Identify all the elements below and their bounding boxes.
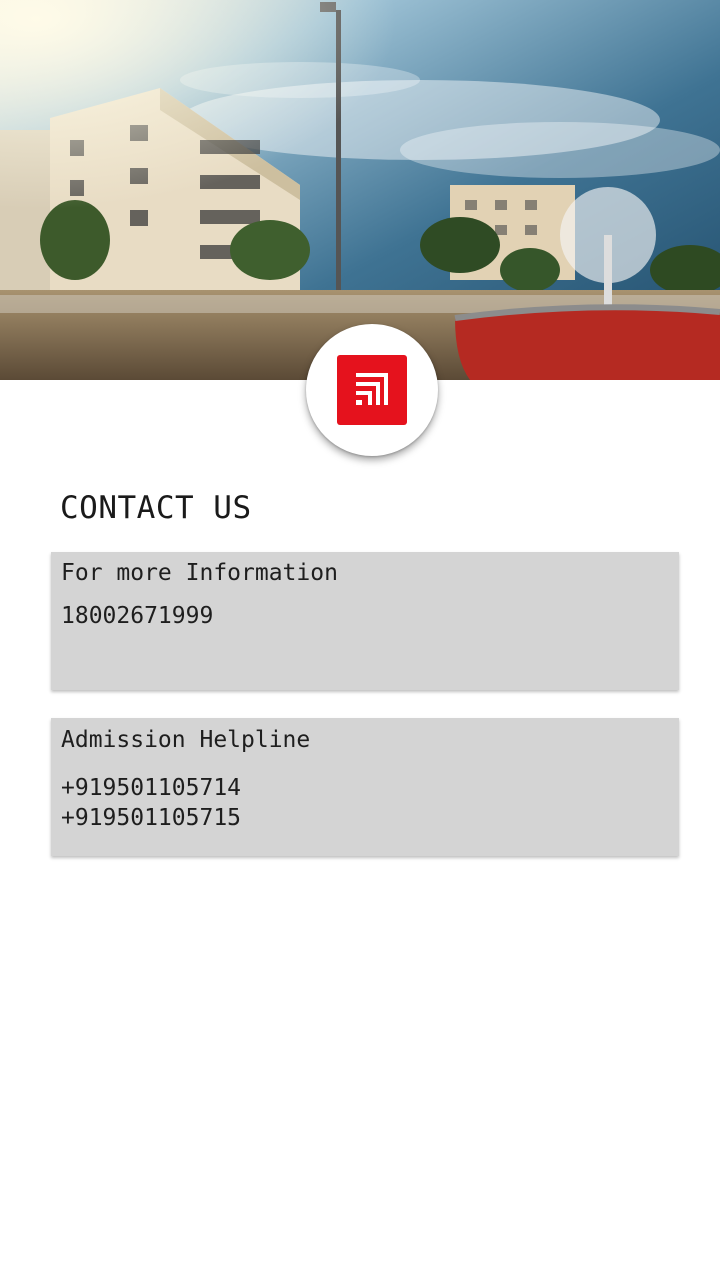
admission-phone-link-1[interactable]: +919501105714 bbox=[61, 775, 241, 801]
college-logo-icon bbox=[337, 355, 407, 425]
info-card-heading: For more Information bbox=[61, 560, 338, 586]
campus-banner-image bbox=[0, 0, 720, 380]
admission-phone-link-2[interactable]: +919501105715 bbox=[61, 805, 241, 831]
page-title: CONTACT US bbox=[60, 490, 252, 526]
admission-card: Admission Helpline +919501105714 +919501… bbox=[51, 718, 679, 856]
admission-card-heading: Admission Helpline bbox=[61, 727, 311, 753]
logo-badge bbox=[306, 324, 438, 456]
info-phone-link[interactable]: 18002671999 bbox=[61, 603, 213, 629]
info-card: For more Information 18002671999 bbox=[51, 552, 679, 690]
